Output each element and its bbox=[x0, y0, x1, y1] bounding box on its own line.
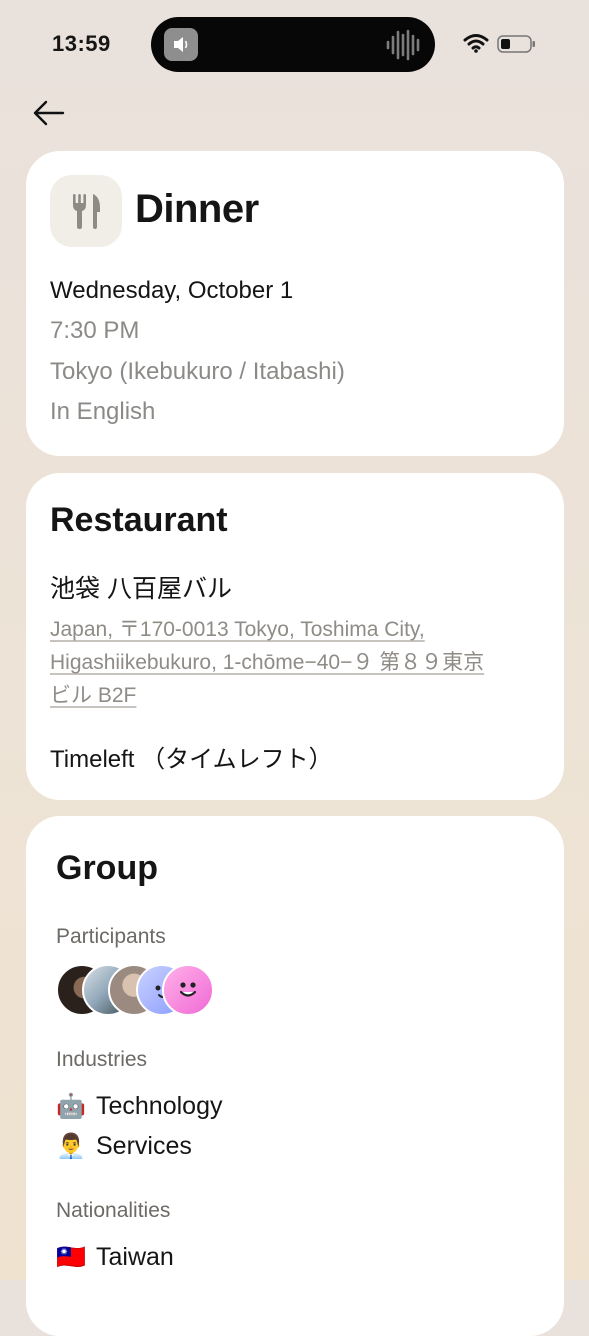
nationality-item: 🇹🇼 Taiwan bbox=[56, 1243, 174, 1272]
flag-icon: 🇹🇼 bbox=[56, 1244, 86, 1271]
nationalities-label: Nationalities bbox=[56, 1199, 171, 1222]
industries-label: Industries bbox=[56, 1048, 148, 1071]
group-heading: Group bbox=[56, 849, 158, 887]
group-card: Group Participants Industries 🤖 Technolo… bbox=[26, 816, 564, 1336]
industry-label: Services bbox=[96, 1132, 192, 1160]
face-icon bbox=[179, 982, 197, 997]
battery-icon bbox=[497, 34, 537, 59]
participants-label: Participants bbox=[56, 925, 166, 948]
event-language: In English bbox=[50, 398, 156, 425]
industry-label: Technology bbox=[96, 1092, 223, 1120]
restaurant-name: 池袋 八百屋バル bbox=[50, 575, 232, 603]
organizer-name: Timeleft （タイムレフト） bbox=[50, 746, 333, 773]
speaker-icon bbox=[164, 28, 198, 61]
address-line-1[interactable]: Japan, 〒170-0013 Tokyo, Toshima City, bbox=[50, 618, 425, 641]
event-location: Tokyo (Ikebukuro / Itabashi) bbox=[50, 358, 345, 385]
event-title: Dinner bbox=[135, 187, 259, 231]
event-time: 7:30 PM bbox=[50, 317, 140, 344]
fork-knife-icon bbox=[50, 175, 122, 247]
address-line-2[interactable]: Higashiikebukuro, 1-chōme−40−９ 第８９東京 bbox=[50, 651, 484, 674]
restaurant-heading: Restaurant bbox=[50, 501, 228, 539]
industry-item: 👨‍💼 Services bbox=[56, 1132, 192, 1161]
restaurant-address-link[interactable]: Japan, 〒170-0013 Tokyo, Toshima City, Hi… bbox=[50, 613, 550, 712]
nationality-label: Taiwan bbox=[96, 1243, 174, 1271]
event-date: Wednesday, October 1 bbox=[50, 277, 294, 304]
industry-item: 🤖 Technology bbox=[56, 1092, 222, 1121]
dynamic-island bbox=[151, 17, 435, 72]
back-button[interactable] bbox=[30, 97, 66, 129]
robot-icon: 🤖 bbox=[56, 1093, 86, 1120]
wifi-icon bbox=[463, 33, 489, 58]
address-line-3[interactable]: ビル B2F bbox=[50, 684, 136, 707]
arrow-left-icon bbox=[33, 100, 65, 126]
status-time: 13:59 bbox=[52, 31, 111, 56]
avatar[interactable] bbox=[162, 964, 214, 1016]
restaurant-card: Restaurant 池袋 八百屋バル Japan, 〒170-0013 Tok… bbox=[26, 473, 564, 800]
audio-waveform-icon bbox=[385, 28, 421, 67]
office-worker-icon: 👨‍💼 bbox=[56, 1133, 86, 1160]
status-bar: 13:59 bbox=[0, 0, 589, 90]
event-card: Dinner Wednesday, October 1 7:30 PM Toky… bbox=[26, 151, 564, 456]
